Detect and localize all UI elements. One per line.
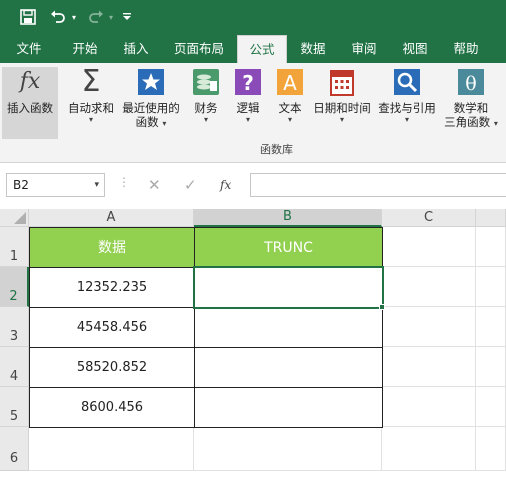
customize-icon[interactable] [120, 8, 134, 26]
cell-a5[interactable]: 8600.456 [29, 387, 195, 428]
tab-view[interactable]: 视图 [392, 35, 438, 63]
cell-d3[interactable] [476, 307, 506, 347]
tab-insert[interactable]: 插入 [113, 35, 159, 63]
cell-a1-header[interactable]: 数据 [29, 227, 195, 268]
math-trig-button[interactable]: θ 数学和 三角函数 ▾ [441, 67, 501, 129]
svg-text:?: ? [242, 71, 254, 95]
cell-b6[interactable] [194, 427, 382, 471]
row-header-3[interactable]: 3 [0, 307, 29, 347]
column-header-a[interactable]: A [29, 209, 194, 227]
cell-d4[interactable] [476, 347, 506, 387]
function-library-group-label: 函数库 [260, 143, 293, 156]
column-header-b[interactable]: B [194, 209, 382, 227]
cell-b1-header[interactable]: TRUNC [194, 227, 383, 268]
formula-input[interactable] [250, 173, 506, 197]
active-cell-selection [193, 266, 384, 309]
date-time-button[interactable]: 日期和时间 ▾ [311, 67, 373, 125]
undo-icon[interactable] [48, 8, 68, 26]
calendar-icon [327, 67, 357, 97]
spreadsheet-grid: A B C 1 2 3 4 5 6 数据 TRUNC 12352.235 454… [0, 209, 506, 471]
fill-handle[interactable] [379, 304, 385, 310]
svg-text:θ: θ [465, 73, 476, 95]
financial-button[interactable]: 财务 ▾ [188, 67, 224, 125]
title-bar: ▾ ▾ [0, 0, 506, 35]
insert-function-icon[interactable]: fx [220, 173, 231, 197]
tab-file[interactable]: 文件 [6, 35, 52, 63]
redo-dropdown-icon[interactable]: ▾ [106, 8, 116, 26]
svg-text:A: A [283, 71, 297, 95]
ribbon-tabs: 文件 开始 插入 页面布局 公式 数据 审阅 视图 帮助 [0, 35, 506, 63]
sigma-icon: Σ [81, 64, 101, 99]
undo-dropdown-icon[interactable]: ▾ [69, 8, 79, 26]
cell-d2[interactable] [476, 267, 506, 307]
text-button[interactable]: A 文本 ▾ [272, 67, 308, 125]
cell-d6[interactable] [476, 427, 506, 471]
cell-c2[interactable] [382, 267, 476, 307]
chevron-down-icon: ▾ [203, 115, 208, 124]
chevron-down-icon[interactable]: ▾ [94, 174, 99, 196]
row-header-2[interactable]: 2 [0, 267, 29, 307]
confirm-icon[interactable]: ✓ [184, 173, 197, 197]
autosum-button[interactable]: Σ 自动求和 ▾ [64, 67, 118, 125]
tab-data[interactable]: 数据 [291, 35, 335, 63]
cell-c3[interactable] [382, 307, 476, 347]
ribbon-panel: fx 插入函数 Σ 自动求和 ▾ 最近使用的 函数 ▾ 财务 ▾ ? 逻辑 ▾ … [0, 63, 506, 163]
question-icon: ? [233, 67, 263, 97]
cell-a4[interactable]: 58520.852 [29, 347, 195, 388]
cell-b5[interactable] [194, 387, 383, 428]
cell-c4[interactable] [382, 347, 476, 387]
financial-icon [191, 67, 221, 97]
cell-b4[interactable] [194, 347, 383, 388]
star-icon [136, 67, 166, 97]
tab-page-layout[interactable]: 页面布局 [164, 35, 234, 63]
save-icon[interactable] [18, 8, 38, 26]
tab-formulas[interactable]: 公式 [237, 35, 287, 63]
chevron-down-icon: ▾ [339, 115, 344, 124]
row-header-6[interactable]: 6 [0, 427, 29, 471]
name-box[interactable]: B2 ▾ [6, 173, 105, 197]
tab-home[interactable]: 开始 [58, 35, 112, 63]
cell-b3[interactable] [194, 307, 383, 348]
cell-c1[interactable] [382, 227, 476, 267]
chevron-down-icon: ▾ [404, 115, 409, 124]
formula-bar: B2 ▾ ⋮ ✕ ✓ fx [0, 163, 506, 209]
theta-icon: θ [456, 67, 486, 97]
row-header-1[interactable]: 1 [0, 227, 29, 267]
tab-review[interactable]: 审阅 [341, 35, 387, 63]
row-header-5[interactable]: 5 [0, 387, 29, 427]
fx-icon: fx [19, 69, 41, 94]
redo-icon[interactable] [86, 8, 106, 26]
chevron-down-icon: ▾ [245, 115, 250, 124]
select-all-corner[interactable] [0, 209, 29, 227]
column-header-d[interactable] [476, 209, 506, 227]
cell-c5[interactable] [382, 387, 476, 427]
cell-a6[interactable] [29, 427, 194, 471]
chevron-down-icon: ▾ [287, 115, 292, 124]
text-icon: A [275, 67, 305, 97]
row-header-4[interactable]: 4 [0, 347, 29, 387]
chevron-down-icon: ▾ [88, 115, 93, 124]
cell-d1[interactable] [476, 227, 506, 267]
magnifier-icon [392, 67, 422, 97]
lookup-reference-button[interactable]: 查找与引用 ▾ [376, 67, 438, 125]
cancel-icon[interactable]: ✕ [148, 173, 161, 197]
cell-c6[interactable] [382, 427, 476, 471]
cell-a2[interactable]: 12352.235 [29, 267, 195, 308]
logical-button[interactable]: ? 逻辑 ▾ [230, 67, 266, 125]
cell-d5[interactable] [476, 387, 506, 427]
cell-a3[interactable]: 45458.456 [29, 307, 195, 348]
insert-function-button[interactable]: fx 插入函数 [2, 67, 58, 139]
recent-functions-button[interactable]: 最近使用的 函数 ▾ [120, 67, 182, 129]
column-header-c[interactable]: C [382, 209, 476, 227]
tab-help[interactable]: 帮助 [443, 35, 489, 63]
drag-handle-icon[interactable]: ⋮ [118, 175, 130, 195]
